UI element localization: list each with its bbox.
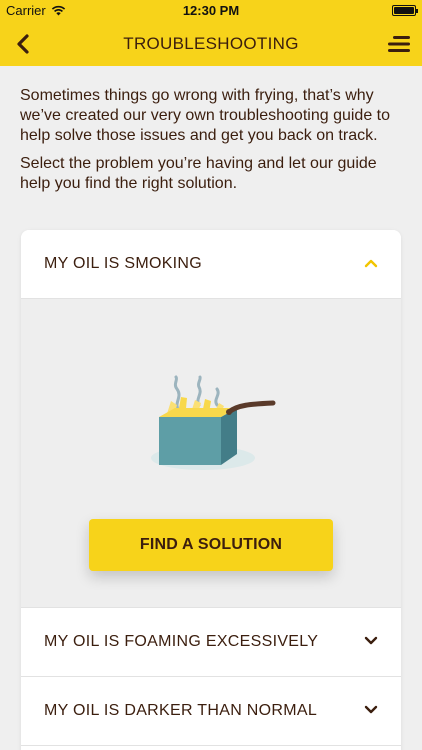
accordion-item-label: MY OIL IS DARKER THAN NORMAL	[44, 702, 318, 719]
find-solution-button[interactable]: FIND A SOLUTION	[89, 519, 333, 571]
intro-text: Sometimes things go wrong with frying, t…	[20, 86, 405, 194]
accordion-item-label: MY OIL IS FOAMING EXCESSIVELY	[44, 633, 319, 650]
chevron-up-icon[interactable]	[363, 257, 379, 269]
battery-fill	[394, 7, 414, 14]
chevron-down-icon[interactable]	[363, 704, 379, 716]
accordion-item-oil-foaming[interactable]: MY OIL IS FOAMING EXCESSIVELY	[21, 608, 401, 676]
page-title: TROUBLESHOOTING	[123, 34, 299, 53]
intro-paragraph-2: Select the problem you’re having and let…	[20, 155, 377, 192]
accordion-item-oil-smoking[interactable]: MY OIL IS SMOKING	[21, 230, 401, 298]
accordion-item-oil-darker[interactable]: MY OIL IS DARKER THAN NORMAL	[21, 677, 401, 745]
status-bar: Carrier 12:30 PM	[0, 0, 422, 22]
accordion-divider	[21, 745, 401, 746]
battery-icon	[392, 5, 418, 16]
battery-indicator	[392, 5, 418, 16]
chevron-down-icon[interactable]	[363, 635, 379, 647]
hamburger-menu-icon[interactable]	[386, 32, 412, 56]
troubleshooting-accordion: MY OIL IS SMOKING FIND A SOLUTION MY OIL…	[21, 230, 401, 750]
smoking-fryer-illustration	[151, 375, 276, 470]
status-time: 12:30 PM	[182, 3, 240, 18]
accordion-expanded-panel: FIND A SOLUTION	[21, 298, 401, 608]
intro-paragraph-1: Sometimes things go wrong with frying, t…	[20, 87, 390, 144]
accordion-item-label: MY OIL IS SMOKING	[44, 255, 203, 272]
navigation-bar: TROUBLESHOOTING	[0, 22, 422, 66]
